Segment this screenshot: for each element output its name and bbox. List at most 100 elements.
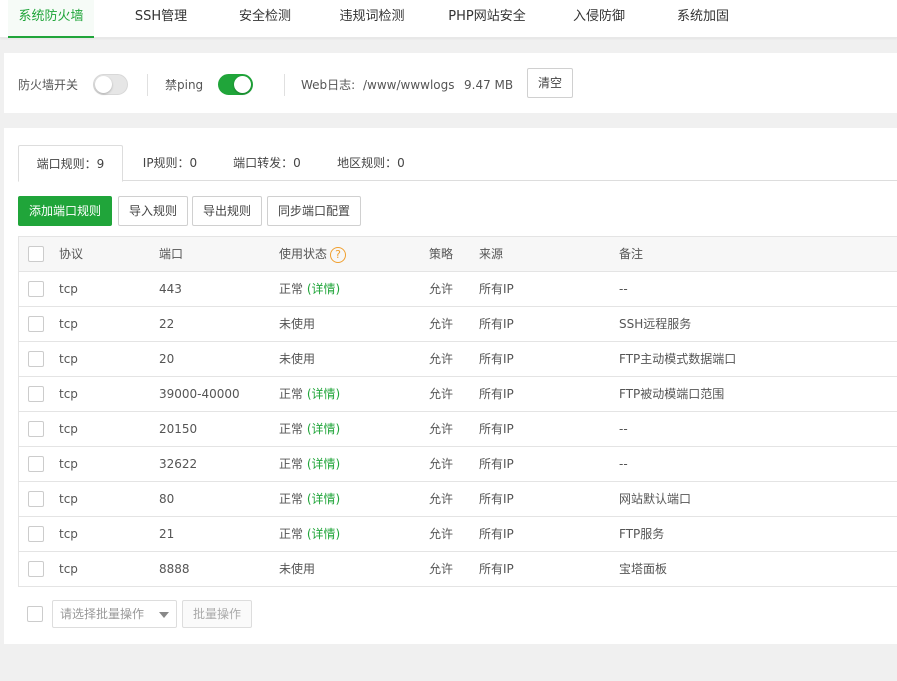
tab-banned-words[interactable]: 违规词检测 xyxy=(330,0,414,38)
cell-status: 正常 (详情) xyxy=(279,447,340,482)
footer-select-checkbox[interactable] xyxy=(27,606,43,622)
cell-port: 39000-40000 xyxy=(159,387,240,401)
batch-operation-button[interactable]: 批量操作 xyxy=(182,600,253,628)
clear-log-button[interactable]: 清空 xyxy=(527,68,574,98)
cell-policy: 允许 xyxy=(429,282,454,296)
cell-remark: 网站默认端口 xyxy=(619,492,692,506)
cell-status: 正常 (详情) xyxy=(279,517,340,552)
cell-protocol: tcp xyxy=(59,352,78,366)
table-row: tcp 20 未使用 允许 所有IP FTP主动模式数据端口 xyxy=(19,342,897,377)
tab-security-check[interactable]: 安全检测 xyxy=(229,0,301,38)
status-detail-link[interactable]: (详情) xyxy=(307,492,340,506)
header-source: 来源 xyxy=(479,247,504,261)
tab-system-firewall[interactable]: 系统防火墙 xyxy=(8,0,94,38)
status-text: 正常 xyxy=(279,282,304,296)
cell-source: 所有IP xyxy=(479,527,514,541)
cell-policy: 允许 xyxy=(429,422,454,436)
status-text: 未使用 xyxy=(279,317,316,331)
tab-system-hardening[interactable]: 系统加固 xyxy=(667,0,739,38)
cell-source: 所有IP xyxy=(479,492,514,506)
tab-php-security[interactable]: PHP网站安全 xyxy=(440,0,534,38)
cell-policy: 允许 xyxy=(429,457,454,471)
add-port-rule-button[interactable]: 添加端口规则 xyxy=(18,196,113,226)
table-row: tcp 22 未使用 允许 所有IP SSH远程服务 xyxy=(19,307,897,342)
cell-status: 正常 (详情) xyxy=(279,272,340,307)
row-checkbox[interactable] xyxy=(28,316,44,332)
tab-port-rules[interactable]: 端口规则：9 xyxy=(18,145,123,182)
ping-toggle[interactable] xyxy=(218,74,253,95)
row-checkbox[interactable] xyxy=(28,456,44,472)
rule-tabs: 端口规则：9 IP规则：0 端口转发：0 地区规则：0 xyxy=(18,145,897,182)
cell-protocol: tcp xyxy=(59,422,78,436)
table-row: tcp 80 正常 (详情) 允许 所有IP 网站默认端口 xyxy=(19,482,897,517)
sync-port-config-button[interactable]: 同步端口配置 xyxy=(267,196,362,226)
divider xyxy=(147,74,148,96)
row-checkbox[interactable] xyxy=(28,386,44,402)
cell-source: 所有IP xyxy=(479,457,514,471)
batch-operation-select[interactable]: 请选择批量操作 xyxy=(52,600,177,628)
table-row: tcp 8888 未使用 允许 所有IP 宝塔面板 xyxy=(19,552,897,587)
import-rules-button[interactable]: 导入规则 xyxy=(118,196,189,226)
cell-remark: -- xyxy=(619,282,628,296)
table-row: tcp 32622 正常 (详情) 允许 所有IP -- xyxy=(19,447,897,482)
cell-remark: FTP主动模式数据端口 xyxy=(619,352,737,366)
cell-policy: 允许 xyxy=(429,387,454,401)
tab-ssh-management[interactable]: SSH管理 xyxy=(126,0,196,38)
tab-region-rules[interactable]: 地区规则：0 xyxy=(328,145,414,181)
cell-port: 80 xyxy=(159,492,175,506)
help-icon[interactable]: ? xyxy=(330,246,347,263)
cell-status: 未使用 xyxy=(279,552,315,587)
row-checkbox[interactable] xyxy=(28,281,44,297)
table-row: tcp 39000-40000 正常 (详情) 允许 所有IP FTP被动模端口范围 xyxy=(19,377,897,412)
header-protocol: 协议 xyxy=(59,247,84,261)
cell-policy: 允许 xyxy=(429,527,454,541)
table-header: 协议 端口 使用状态? 策略 来源 备注 xyxy=(19,237,897,272)
cell-protocol: tcp xyxy=(59,387,78,401)
tab-port-forwarding[interactable]: 端口转发：0 xyxy=(224,145,310,181)
select-all-checkbox[interactable] xyxy=(28,246,44,262)
status-detail-link[interactable]: (详情) xyxy=(307,387,340,401)
cell-policy: 允许 xyxy=(429,562,454,576)
cell-port: 443 xyxy=(159,282,182,296)
tab-intrusion-prevention[interactable]: 入侵防御 xyxy=(564,0,634,38)
cell-policy: 允许 xyxy=(429,352,454,366)
firewall-toggle[interactable] xyxy=(93,74,128,95)
cell-status: 未使用 xyxy=(279,342,315,377)
cell-source: 所有IP xyxy=(479,422,514,436)
header-status: 使用状态? xyxy=(279,237,347,272)
rules-panel: 端口规则：9 IP规则：0 端口转发：0 地区规则：0 添加端口规则 导入规则 … xyxy=(4,128,897,644)
cell-port: 22 xyxy=(159,317,175,331)
batch-select-placeholder: 请选择批量操作 xyxy=(60,607,145,621)
cell-port: 21 xyxy=(159,527,175,541)
status-detail-link[interactable]: (详情) xyxy=(307,527,340,541)
cell-source: 所有IP xyxy=(479,317,514,331)
row-checkbox[interactable] xyxy=(28,421,44,437)
tab-ip-rules[interactable]: IP规则：0 xyxy=(130,145,210,181)
table-row: tcp 443 正常 (详情) 允许 所有IP -- xyxy=(19,272,897,307)
row-checkbox[interactable] xyxy=(28,561,44,577)
cell-remark: -- xyxy=(619,457,628,471)
row-checkbox[interactable] xyxy=(28,351,44,367)
weblog-path-link[interactable]: /www/wwwlogs xyxy=(363,53,455,117)
cell-source: 所有IP xyxy=(479,562,514,576)
row-checkbox[interactable] xyxy=(28,526,44,542)
export-rules-button[interactable]: 导出规则 xyxy=(192,196,263,226)
cell-protocol: tcp xyxy=(59,317,78,331)
cell-status: 未使用 xyxy=(279,307,315,342)
status-text: 正常 xyxy=(279,387,304,401)
status-detail-link[interactable]: (详情) xyxy=(307,422,340,436)
cell-status: 正常 (详情) xyxy=(279,377,340,412)
cell-remark: SSH远程服务 xyxy=(619,317,692,331)
status-detail-link[interactable]: (详情) xyxy=(307,457,340,471)
toggle-knob xyxy=(234,76,251,93)
cell-protocol: tcp xyxy=(59,457,78,471)
cell-protocol: tcp xyxy=(59,282,78,296)
cell-source: 所有IP xyxy=(479,282,514,296)
cell-status: 正常 (详情) xyxy=(279,482,340,517)
status-text: 正常 xyxy=(279,422,304,436)
row-checkbox[interactable] xyxy=(28,491,44,507)
divider xyxy=(284,74,285,96)
cell-source: 所有IP xyxy=(479,352,514,366)
status-detail-link[interactable]: (详情) xyxy=(307,282,340,296)
weblog-size: 9.47 MB xyxy=(464,78,514,92)
